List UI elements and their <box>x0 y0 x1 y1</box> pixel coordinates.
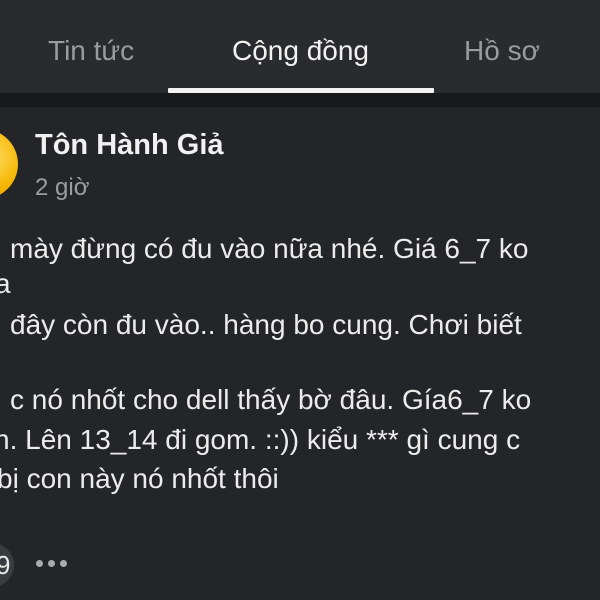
post-body-line: n. Lên 13_14 đi gom. ::)) kiểu *** gì cu… <box>0 424 521 455</box>
post-body-line: mày đừng có đu vào nữa nhé. Giá 6_7 ko <box>10 233 529 264</box>
more-options-dot <box>48 560 55 567</box>
post-body-line: a <box>0 268 11 299</box>
post-body-line: đây còn đu vào.. hàng bo cung. Chơi biết <box>10 309 522 340</box>
top-tab-bar: Tin tức Cộng đồng Hồ sơ <box>0 0 600 93</box>
section-divider <box>0 93 600 107</box>
community-post: Tôn Hành Giả 2 giờ mày đừng có đu vào nữ… <box>0 107 600 600</box>
post-body-line: c nó nhốt cho dell thấy bờ đâu. Gía6_7 k… <box>10 384 532 415</box>
more-options-dot <box>60 560 67 567</box>
post-author[interactable]: Tôn Hành Giả <box>35 127 224 163</box>
reaction-count[interactable]: 9 <box>0 550 10 580</box>
tab-news[interactable]: Tin tức <box>48 34 134 68</box>
post-body-line: bị con này nó nhốt thôi <box>0 463 279 494</box>
tab-profile[interactable]: Hồ sơ <box>464 34 540 68</box>
more-options-dot <box>36 560 43 567</box>
post-timestamp: 2 giờ <box>35 174 90 201</box>
more-options-icon[interactable] <box>36 560 68 568</box>
tab-community[interactable]: Cộng đồng <box>232 34 369 68</box>
avatar[interactable] <box>0 129 18 199</box>
app-screen: Tin tức Cộng đồng Hồ sơ Tôn Hành Giả 2 g… <box>0 0 600 600</box>
